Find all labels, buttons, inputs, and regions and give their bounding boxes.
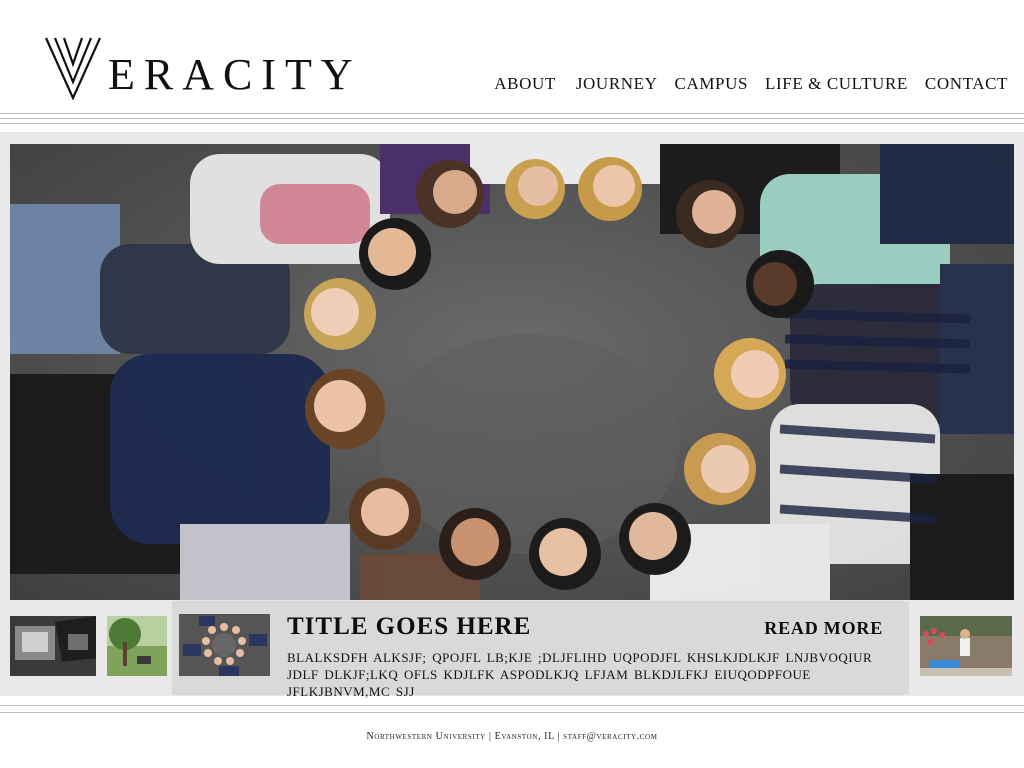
main-nav: About Journey Campus Life & Culture Cont… [494, 74, 1008, 94]
nav-contact[interactable]: Contact [925, 74, 1008, 94]
site-logo[interactable]: ERACITY [44, 36, 362, 102]
header-divider-top [0, 113, 1024, 114]
feature-thumbnail[interactable] [179, 614, 270, 676]
footer-divider-top [0, 705, 1024, 706]
feature-panel: Title Goes Here Read More blalksdfh alks… [172, 601, 909, 699]
students-circle-photo-thumbnail-icon [179, 614, 270, 676]
feature-title: Title Goes Here [287, 613, 532, 640]
site-header: ERACITY About Journey Campus Life & Cult… [0, 0, 1024, 112]
nav-about[interactable]: About [494, 74, 556, 94]
footer-divider-bottom [0, 712, 1024, 713]
site-footer: Northwestern University | Evanston, IL |… [366, 731, 658, 742]
thumbnail-2[interactable] [107, 616, 167, 676]
thumbnail-1[interactable] [10, 616, 96, 676]
feature-body-text: blalksdfh alksjf; qpojfl lb;kje ;dljflih… [287, 650, 873, 699]
read-more-link[interactable]: Read More [764, 618, 883, 639]
students-circle-photo-icon [10, 144, 1014, 600]
thumbnail-4[interactable] [920, 616, 1012, 676]
veracity-v-logo-icon [44, 37, 102, 100]
nav-journey[interactable]: Journey [576, 74, 658, 94]
park-tree-photo-thumbnail-icon [107, 616, 167, 676]
nav-campus[interactable]: Campus [675, 74, 749, 94]
header-divider-bottom [0, 123, 1024, 124]
campus-flowers-photo-thumbnail-icon [920, 616, 1012, 676]
brand-name: ERACITY [108, 50, 362, 99]
hero-image[interactable] [10, 144, 1014, 600]
black-and-white-photo-thumbnail-icon [10, 616, 96, 676]
nav-life-culture[interactable]: Life & Culture [765, 74, 908, 94]
header-divider-middle [0, 118, 1024, 119]
